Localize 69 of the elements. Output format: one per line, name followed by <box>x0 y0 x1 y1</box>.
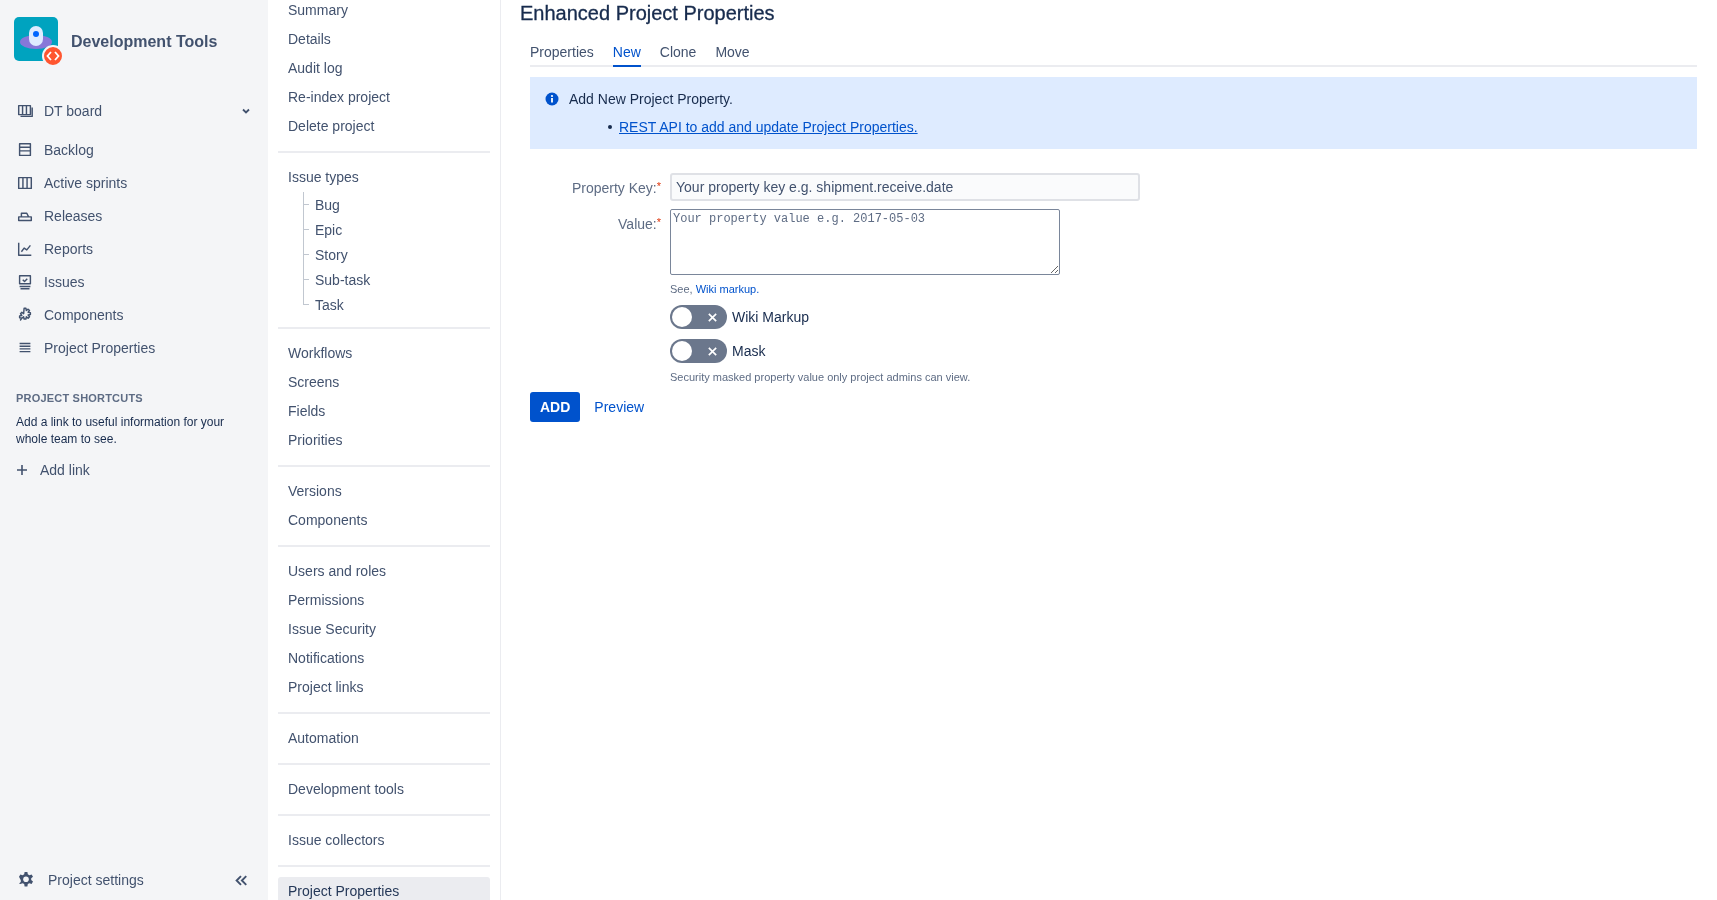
board-selector[interactable]: DT board <box>16 94 260 127</box>
settings-nav-item[interactable]: Project Properties <box>278 877 490 900</box>
shortcuts-description: Add a link to useful information for your whole team to see. <box>16 414 226 448</box>
sidebar-item[interactable]: Reports <box>16 232 260 265</box>
cross-icon <box>707 311 718 323</box>
help-text: See, Wiki markup. <box>670 283 761 295</box>
field-label: Value:* <box>617 215 662 232</box>
sidebar-item[interactable]: Components <box>16 298 260 331</box>
info-message: Add New Project Property. <box>569 91 733 107</box>
settings-nav-item[interactable]: Fields <box>278 397 490 426</box>
project-name: Development Tools <box>71 33 218 51</box>
tab[interactable]: Move <box>715 42 750 67</box>
add-button[interactable]: ADD <box>530 392 581 422</box>
settings-nav-item[interactable]: Issue Security <box>278 615 490 644</box>
value-field[interactable]: Your property value e.g. 2017-05-03 <box>670 209 1060 275</box>
settings-nav-item[interactable]: Versions <box>278 477 490 506</box>
settings-nav-item[interactable]: Re-index project <box>278 83 490 112</box>
settings-nav-item[interactable]: Audit log <box>278 54 490 83</box>
info-icon <box>545 92 559 106</box>
issue-type-item[interactable]: Bug <box>303 196 340 213</box>
settings-nav-item[interactable]: Permissions <box>278 586 490 615</box>
project-logo-icon <box>14 17 64 67</box>
tab[interactable]: Clone <box>659 42 697 67</box>
sidebar-item[interactable]: Issues <box>16 265 260 298</box>
settings-nav-item[interactable]: Notifications <box>278 644 490 673</box>
toggle-label: Wiki Markup <box>732 309 809 325</box>
sidebar-item[interactable]: Backlog <box>16 133 260 166</box>
settings-nav-item[interactable]: Issue collectors <box>278 826 490 855</box>
puzzle-icon <box>16 305 34 324</box>
settings-nav-item[interactable]: Project links <box>278 673 490 702</box>
issue-type-item[interactable]: Story <box>303 246 348 263</box>
settings-nav-item[interactable]: Summary <box>278 0 490 25</box>
cross-icon <box>707 345 718 357</box>
bullet-icon <box>608 125 612 129</box>
wiki-markup-link[interactable]: Wiki markup. <box>695 283 760 295</box>
backlog-icon <box>16 140 34 159</box>
issue-type-item[interactable]: Epic <box>303 221 343 238</box>
sidebar-item[interactable]: Active sprints <box>16 166 260 199</box>
toggle-switch[interactable] <box>670 305 727 329</box>
collapse-icon[interactable] <box>234 873 248 887</box>
tab[interactable]: New <box>612 42 641 67</box>
sidebar-item[interactable]: Releases <box>16 199 260 232</box>
plus-icon <box>16 464 28 476</box>
settings-nav-item[interactable]: Priorities <box>278 426 490 455</box>
monitor-icon <box>16 272 34 291</box>
toggle-label: Mask <box>732 343 766 359</box>
settings-nav-item[interactable]: Components <box>278 506 490 535</box>
settings-nav-item[interactable]: Issue types <box>278 163 490 192</box>
tab[interactable]: Properties <box>530 42 594 67</box>
issue-type-item[interactable]: Sub-task <box>303 271 371 288</box>
page-title: Enhanced Project Properties <box>520 1 776 26</box>
settings-nav-item[interactable]: Delete project <box>278 112 490 141</box>
settings-nav-item[interactable]: Details <box>278 25 490 54</box>
issue-type-item[interactable]: Task <box>303 296 344 313</box>
settings-nav-item[interactable]: Automation <box>278 724 490 753</box>
settings-nav-item[interactable]: Development tools <box>278 775 490 804</box>
property-key-field[interactable]: Your property key e.g. shipment.receive.date <box>670 173 1140 201</box>
toggle-switch[interactable] <box>670 339 727 363</box>
settings-nav-item[interactable]: Workflows <box>278 339 490 368</box>
sidebar-item[interactable]: Project Properties <box>16 331 260 364</box>
add-link-button[interactable]: Add link <box>16 462 252 478</box>
settings-nav-item[interactable]: Users and roles <box>278 557 490 586</box>
preview-link[interactable]: Preview <box>594 399 645 415</box>
rest-api-link[interactable]: REST API to add and update Project Properties. <box>619 119 918 135</box>
mask-note: Security masked property value only project admins can view. <box>670 371 972 383</box>
section-heading: PROJECT SHORTCUTS <box>16 392 144 404</box>
project-settings-link[interactable]: Project settings <box>16 870 144 890</box>
field-label: Property Key:* <box>570 179 662 196</box>
settings-nav-item[interactable]: Screens <box>278 368 490 397</box>
